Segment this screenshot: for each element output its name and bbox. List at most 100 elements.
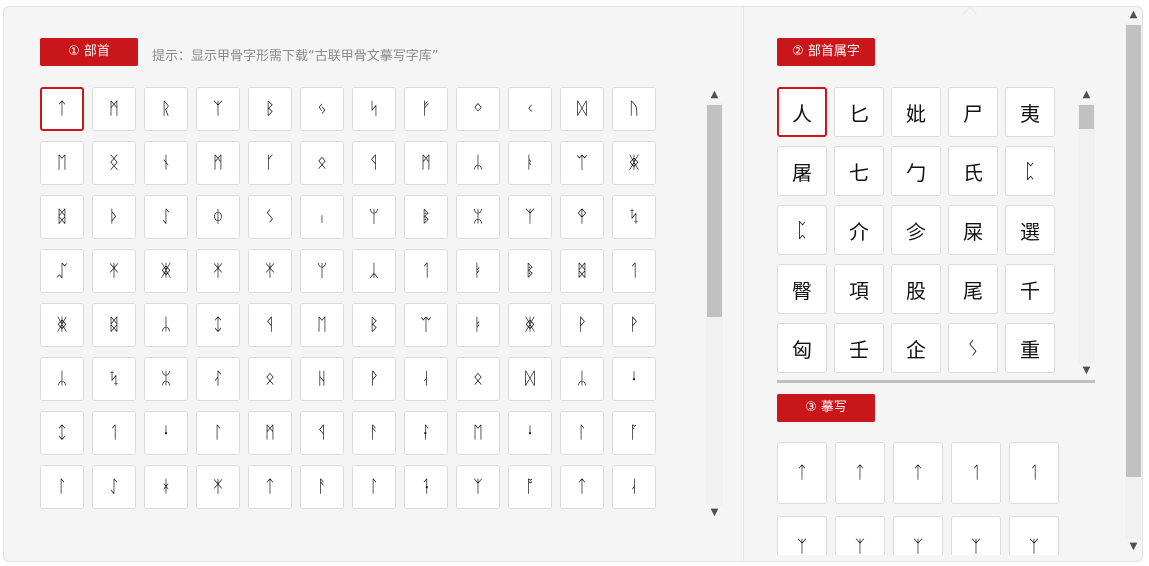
radical-cell[interactable]: ᛐ bbox=[404, 249, 448, 293]
tracing-variant-cell[interactable]: ᛉ bbox=[777, 516, 827, 555]
radical-char-cell[interactable]: ᛈ bbox=[777, 205, 827, 255]
radical-cell[interactable]: ᛒ bbox=[352, 303, 396, 347]
radical-cell[interactable]: ᛨ bbox=[40, 411, 84, 455]
radical-cell[interactable]: ᛟ bbox=[248, 357, 292, 401]
radical-cell[interactable]: ᛡ bbox=[248, 249, 292, 293]
radical-cell[interactable]: ᛗ bbox=[248, 411, 292, 455]
radical-cell[interactable]: ᚪ bbox=[612, 411, 656, 455]
scroll-down-arrow-icon[interactable]: ▼ bbox=[1125, 539, 1142, 555]
radical-cell[interactable]: ᛔ bbox=[508, 249, 552, 293]
radical-char-cell[interactable]: 千 bbox=[1005, 264, 1055, 314]
radical-char-cell[interactable]: 勹 bbox=[891, 146, 941, 196]
scroll-thumb[interactable] bbox=[1079, 105, 1094, 129]
radical-cell[interactable]: ᛡ bbox=[92, 249, 136, 293]
radical-cell[interactable]: ᚢ bbox=[612, 87, 656, 131]
radical-cell[interactable]: ᛍ bbox=[144, 411, 188, 455]
radical-cell[interactable]: ᛯ bbox=[144, 357, 188, 401]
radical-cell[interactable]: ᛆ bbox=[612, 465, 656, 509]
radical-char-cell[interactable]: 介 bbox=[834, 205, 884, 255]
scroll-thumb[interactable] bbox=[1126, 25, 1141, 477]
tracing-variant-cell[interactable]: ᛏ bbox=[835, 442, 885, 504]
radical-cell[interactable]: ᛊ bbox=[248, 195, 292, 239]
radical-char-cell[interactable]: ᛊ bbox=[948, 323, 998, 373]
radical-chars-scrollbar[interactable]: ▲ ▼ bbox=[1078, 87, 1095, 379]
radical-char-cell[interactable]: 選 bbox=[1005, 205, 1055, 255]
radical-cell[interactable]: ᚦ bbox=[92, 195, 136, 239]
radical-cell[interactable]: ᛗ bbox=[92, 87, 136, 131]
radical-cell[interactable]: ᛞ bbox=[508, 357, 552, 401]
radical-cell[interactable]: ᛖ bbox=[40, 141, 84, 185]
tracing-variant-cell[interactable]: ᛉ bbox=[835, 516, 885, 555]
radical-cell[interactable]: ᚲ bbox=[508, 87, 552, 131]
radical-cell[interactable]: ᛖ bbox=[300, 303, 344, 347]
radical-cell[interactable]: ᛑ bbox=[404, 465, 448, 509]
radical-cell[interactable]: ᛤ bbox=[40, 303, 84, 347]
radical-cell[interactable]: ᛚ bbox=[560, 411, 604, 455]
radical-cell[interactable]: ᚺ bbox=[300, 357, 344, 401]
radical-cell[interactable]: ᛃ bbox=[300, 87, 344, 131]
radical-cell[interactable]: ᛋ bbox=[352, 87, 396, 131]
radical-cell[interactable]: ᛇ bbox=[144, 195, 188, 239]
radical-cell[interactable]: ᛓ bbox=[456, 249, 500, 293]
radical-cell[interactable]: ᚹ bbox=[560, 303, 604, 347]
radical-cell[interactable]: ᛟ bbox=[300, 141, 344, 185]
radical-char-cell[interactable]: 人 bbox=[777, 87, 827, 137]
radical-char-cell[interactable]: 尸 bbox=[948, 87, 998, 137]
radical-cell[interactable]: ᛝ bbox=[92, 141, 136, 185]
radical-cell[interactable]: ᛏ bbox=[560, 465, 604, 509]
radical-cell[interactable]: ᛉ bbox=[196, 87, 240, 131]
radical-char-cell[interactable]: 項 bbox=[834, 264, 884, 314]
radical-char-cell[interactable]: 股 bbox=[891, 264, 941, 314]
tracing-variant-cell[interactable]: ᛉ bbox=[951, 516, 1001, 555]
radical-char-cell[interactable]: 尾 bbox=[948, 264, 998, 314]
radical-cell[interactable]: ᛖ bbox=[456, 411, 500, 455]
radical-cell[interactable]: ᛤ bbox=[144, 249, 188, 293]
radical-cell[interactable]: ᛣ bbox=[352, 249, 396, 293]
scroll-up-arrow-icon[interactable]: ▲ bbox=[1078, 87, 1095, 103]
radical-cell[interactable]: ᛧ bbox=[300, 195, 344, 239]
radical-cell[interactable]: ᛪ bbox=[612, 195, 656, 239]
radical-cell[interactable]: ᚭ bbox=[508, 141, 552, 185]
tracing-variant-cell[interactable]: ᛏ bbox=[893, 442, 943, 504]
radical-cell[interactable]: ᛜ bbox=[456, 87, 500, 131]
radical-cell[interactable]: ᛔ bbox=[404, 195, 448, 239]
radical-cell[interactable]: ᚠ bbox=[404, 87, 448, 131]
scroll-track[interactable] bbox=[1078, 103, 1095, 363]
radical-cell[interactable]: ᛐ bbox=[612, 249, 656, 293]
radical-cell[interactable]: ᛦ bbox=[560, 357, 604, 401]
tracing-variant-cell[interactable]: ᛏ bbox=[777, 442, 827, 504]
radical-cell[interactable]: ᚼ bbox=[144, 465, 188, 509]
radical-grid-scrollbar[interactable]: ▲ ▼ bbox=[706, 87, 723, 521]
radical-cell[interactable]: ᛞ bbox=[560, 87, 604, 131]
radical-cell[interactable]: ᛘ bbox=[352, 195, 396, 239]
radical-cell[interactable]: ᚨ bbox=[300, 465, 344, 509]
tracing-variant-cell[interactable]: ᛉ bbox=[1009, 516, 1059, 555]
radical-cell[interactable]: ᛛ bbox=[404, 411, 448, 455]
radical-cell[interactable]: ᛚ bbox=[352, 465, 396, 509]
radical-char-cell[interactable]: 夷 bbox=[1005, 87, 1055, 137]
radical-char-cell[interactable]: 氏 bbox=[948, 146, 998, 196]
radical-cell[interactable]: ᛳ bbox=[560, 195, 604, 239]
radical-char-cell[interactable]: 㐱 bbox=[891, 205, 941, 255]
radical-cell[interactable]: ᛦ bbox=[456, 141, 500, 185]
radical-cell[interactable]: ᛤ bbox=[508, 303, 552, 347]
scroll-up-arrow-icon[interactable]: ▲ bbox=[1125, 7, 1142, 23]
radical-cell[interactable]: ᛥ bbox=[92, 303, 136, 347]
radical-cell[interactable]: ᛍ bbox=[508, 411, 552, 455]
radical-cell[interactable]: ᛯ bbox=[456, 195, 500, 239]
radical-cell[interactable]: ᛟ bbox=[456, 357, 500, 401]
radical-cell[interactable]: ᛠ bbox=[560, 141, 604, 185]
radical-cell[interactable]: ᛩ bbox=[352, 141, 396, 185]
scroll-up-arrow-icon[interactable]: ▲ bbox=[706, 87, 723, 103]
radical-cell[interactable]: ᛐ bbox=[92, 411, 136, 455]
radical-char-cell[interactable]: 臀 bbox=[777, 264, 827, 314]
radical-cell[interactable]: ᛡ bbox=[196, 249, 240, 293]
radical-char-cell[interactable]: 重 bbox=[1005, 323, 1055, 373]
radical-cell[interactable]: ᛚ bbox=[40, 465, 84, 509]
tracing-variant-cell[interactable]: ᛐ bbox=[1009, 442, 1059, 504]
radical-cell[interactable]: ᛦ bbox=[40, 357, 84, 401]
radical-cell[interactable]: ᛩ bbox=[300, 411, 344, 455]
radical-cell[interactable]: ᛒ bbox=[248, 87, 292, 131]
scroll-thumb[interactable] bbox=[707, 105, 722, 317]
tracing-variant-cell[interactable]: ᛉ bbox=[893, 516, 943, 555]
